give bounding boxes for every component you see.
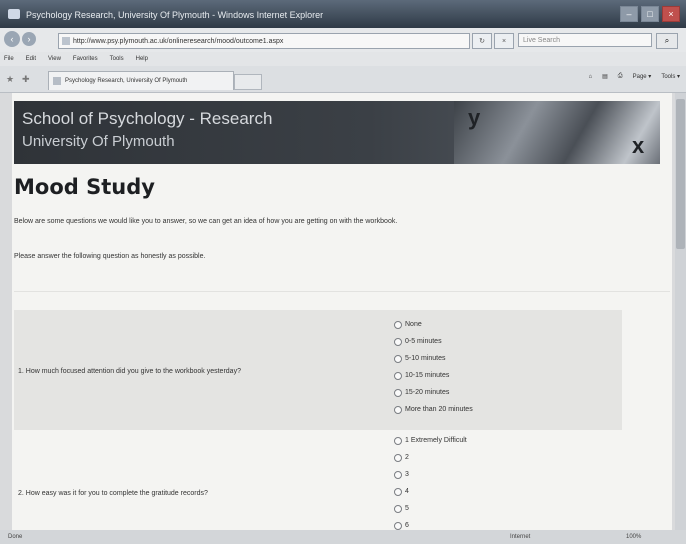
page-favicon-icon	[62, 37, 70, 45]
option-label: 10-15 minutes	[405, 372, 450, 379]
address-text: http://www.psy.plymouth.ac.uk/onlinerese…	[73, 37, 284, 45]
tab-active[interactable]: Psychology Research, University Of Plymo…	[48, 71, 234, 90]
option-label: 4	[405, 488, 409, 495]
menu-bar: File Edit View Favorites Tools Help	[0, 52, 686, 66]
radio-button[interactable]	[394, 320, 402, 329]
radio-button[interactable]	[394, 388, 402, 397]
menu-tools[interactable]: Tools	[110, 56, 124, 62]
tools-menu[interactable]: Tools ▾	[661, 73, 680, 80]
status-bar: Done Internet 100%	[0, 530, 686, 544]
option-label: 0-5 minutes	[405, 338, 442, 345]
radio-button[interactable]	[394, 337, 402, 346]
close-button[interactable]: ×	[662, 6, 680, 22]
answer-option[interactable]: More than 20 minutes	[394, 401, 473, 418]
radio-button[interactable]	[394, 487, 402, 496]
instruction-text: Please answer the following question as …	[14, 253, 206, 260]
page-content: School of Psychology - Research Universi…	[12, 93, 672, 530]
intro-text: Below are some questions we would like y…	[14, 218, 398, 225]
option-label: 5	[405, 505, 409, 512]
window-titlebar: Psychology Research, University Of Plymo…	[0, 0, 686, 28]
question-text: 1. How much focused attention did you gi…	[18, 368, 241, 375]
answer-option[interactable]: 6	[394, 517, 467, 530]
back-button[interactable]: ‹	[4, 31, 20, 47]
radio-button[interactable]	[394, 405, 402, 414]
stop-button[interactable]: ×	[494, 33, 514, 49]
answer-option[interactable]: 4	[394, 483, 467, 500]
option-label: 15-20 minutes	[405, 389, 450, 396]
security-zone: Internet	[510, 534, 531, 540]
option-label: 1 Extremely Difficult	[405, 437, 467, 444]
print-icon[interactable]: ⎙	[618, 73, 623, 80]
menu-help[interactable]: Help	[136, 56, 148, 62]
answer-option[interactable]: 3	[394, 466, 467, 483]
answer-option[interactable]: 10-15 minutes	[394, 367, 473, 384]
menu-file[interactable]: File	[4, 56, 14, 62]
option-label: 2	[405, 454, 409, 461]
tab-favicon-icon	[53, 77, 61, 85]
question-table: 1. How much focused attention did you gi…	[14, 291, 670, 530]
ie-icon	[8, 9, 20, 19]
option-label: 3	[405, 471, 409, 478]
question-row: 1. How much focused attention did you gi…	[14, 310, 622, 430]
option-label: 6	[405, 522, 409, 529]
tab-label: Psychology Research, University Of Plymo…	[65, 78, 188, 84]
scrollbar-thumb[interactable]	[676, 99, 685, 249]
menu-edit[interactable]: Edit	[26, 56, 36, 62]
page-title: Mood Study	[14, 175, 155, 199]
question-text: 2. How easy was it for you to complete t…	[18, 490, 208, 497]
forward-button[interactable]: ›	[22, 32, 36, 46]
site-banner: School of Psychology - Research Universi…	[14, 101, 660, 164]
answer-options: None 0-5 minutes 5-10 minutes 10-15 minu…	[394, 316, 473, 418]
radio-button[interactable]	[394, 354, 402, 363]
minimize-button[interactable]: –	[620, 6, 638, 22]
answer-options: 1 Extremely Difficult 2 3 4 5 6	[394, 432, 467, 530]
answer-option[interactable]: 1 Extremely Difficult	[394, 432, 467, 449]
refresh-button[interactable]: ↻	[472, 33, 492, 49]
new-tab-button[interactable]	[234, 74, 262, 90]
zoom-level[interactable]: 100%	[626, 534, 641, 540]
banner-title: School of Psychology - Research	[22, 109, 273, 128]
radio-button[interactable]	[394, 436, 402, 445]
radio-button[interactable]	[394, 504, 402, 513]
vertical-scrollbar[interactable]	[675, 93, 686, 530]
radio-button[interactable]	[394, 470, 402, 479]
favorites-star-icon[interactable]: ★	[6, 74, 16, 84]
menu-favorites[interactable]: Favorites	[73, 56, 98, 62]
home-icon[interactable]: ⌂	[589, 74, 593, 80]
answer-option[interactable]: 15-20 minutes	[394, 384, 473, 401]
status-text: Done	[8, 534, 23, 540]
menu-view[interactable]: View	[48, 56, 61, 62]
banner-glyph-y: y	[468, 105, 481, 130]
address-bar[interactable]: http://www.psy.plymouth.ac.uk/onlinerese…	[58, 33, 470, 49]
answer-option[interactable]: 0-5 minutes	[394, 333, 473, 350]
banner-subtitle: University Of Plymouth	[22, 133, 175, 150]
banner-glyph-x: x	[632, 133, 645, 158]
page-menu[interactable]: Page ▾	[633, 73, 652, 80]
maximize-button[interactable]: □	[641, 6, 659, 22]
option-label: More than 20 minutes	[405, 406, 473, 413]
radio-button[interactable]	[394, 521, 402, 530]
question-row: 2. How easy was it for you to complete t…	[14, 430, 622, 530]
radio-button[interactable]	[394, 371, 402, 380]
answer-option[interactable]: None	[394, 316, 473, 333]
tab-bar: ★ ✚ Psychology Research, University Of P…	[0, 66, 686, 93]
search-input[interactable]: Live Search	[518, 33, 652, 47]
option-label: None	[405, 321, 422, 328]
answer-option[interactable]: 5-10 minutes	[394, 350, 473, 367]
radio-button[interactable]	[394, 453, 402, 462]
feeds-icon[interactable]: ▤	[602, 73, 608, 80]
answer-option[interactable]: 2	[394, 449, 467, 466]
add-favorite-icon[interactable]: ✚	[22, 74, 32, 84]
answer-option[interactable]: 5	[394, 500, 467, 517]
option-label: 5-10 minutes	[405, 355, 446, 362]
search-button[interactable]: ⌕	[656, 33, 678, 49]
window-title: Psychology Research, University Of Plymo…	[26, 10, 324, 20]
address-toolbar: ‹ › http://www.psy.plymouth.ac.uk/online…	[0, 28, 686, 52]
banner-decoration: y x	[454, 101, 660, 164]
